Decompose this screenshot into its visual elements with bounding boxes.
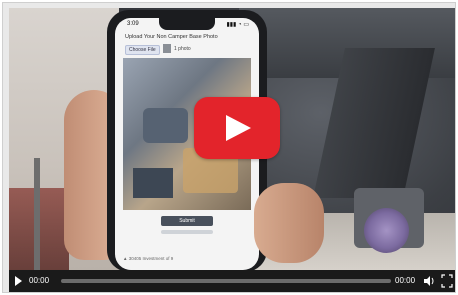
- photo-part: [143, 108, 188, 143]
- fullscreen-button[interactable]: [441, 270, 453, 292]
- volume-button[interactable]: [423, 270, 435, 292]
- photo-count: 1 photo: [174, 46, 191, 52]
- purple-bolt: [364, 208, 409, 253]
- fullscreen-icon: [441, 274, 453, 288]
- choose-file-button: Choose File: [125, 45, 160, 55]
- footer-text: ▲ 30405 Investment of 9: [123, 256, 174, 261]
- volume-icon: [424, 276, 434, 286]
- progress-bar[interactable]: [61, 279, 391, 283]
- submit-button: Submit: [161, 216, 213, 226]
- play-pause-button[interactable]: [13, 270, 23, 292]
- photo-part: [133, 168, 173, 198]
- status-time: 3:09: [127, 21, 139, 27]
- phone-notch: [159, 18, 215, 30]
- play-icon: [15, 276, 22, 286]
- jack-stand: [34, 158, 40, 270]
- duration: 00:00: [395, 276, 416, 285]
- upload-title: Upload Your Non Camper Base Photo: [125, 34, 218, 40]
- right-hand: [254, 183, 324, 263]
- photo-thumbnail: [163, 44, 171, 53]
- current-time: 00:00: [29, 276, 50, 285]
- secondary-bar: [161, 230, 213, 234]
- player-control-bar: 00:00 00:00: [9, 270, 455, 292]
- big-play-icon: [226, 115, 251, 141]
- big-play-button[interactable]: [194, 97, 280, 159]
- video-embed-frame: 3:09 ▮▮▮ ◔ ▭ Upload Your Non Camper Base…: [2, 2, 456, 293]
- video-frame[interactable]: 3:09 ▮▮▮ ◔ ▭ Upload Your Non Camper Base…: [9, 8, 455, 270]
- status-icons: ▮▮▮ ◔ ▭: [226, 22, 249, 28]
